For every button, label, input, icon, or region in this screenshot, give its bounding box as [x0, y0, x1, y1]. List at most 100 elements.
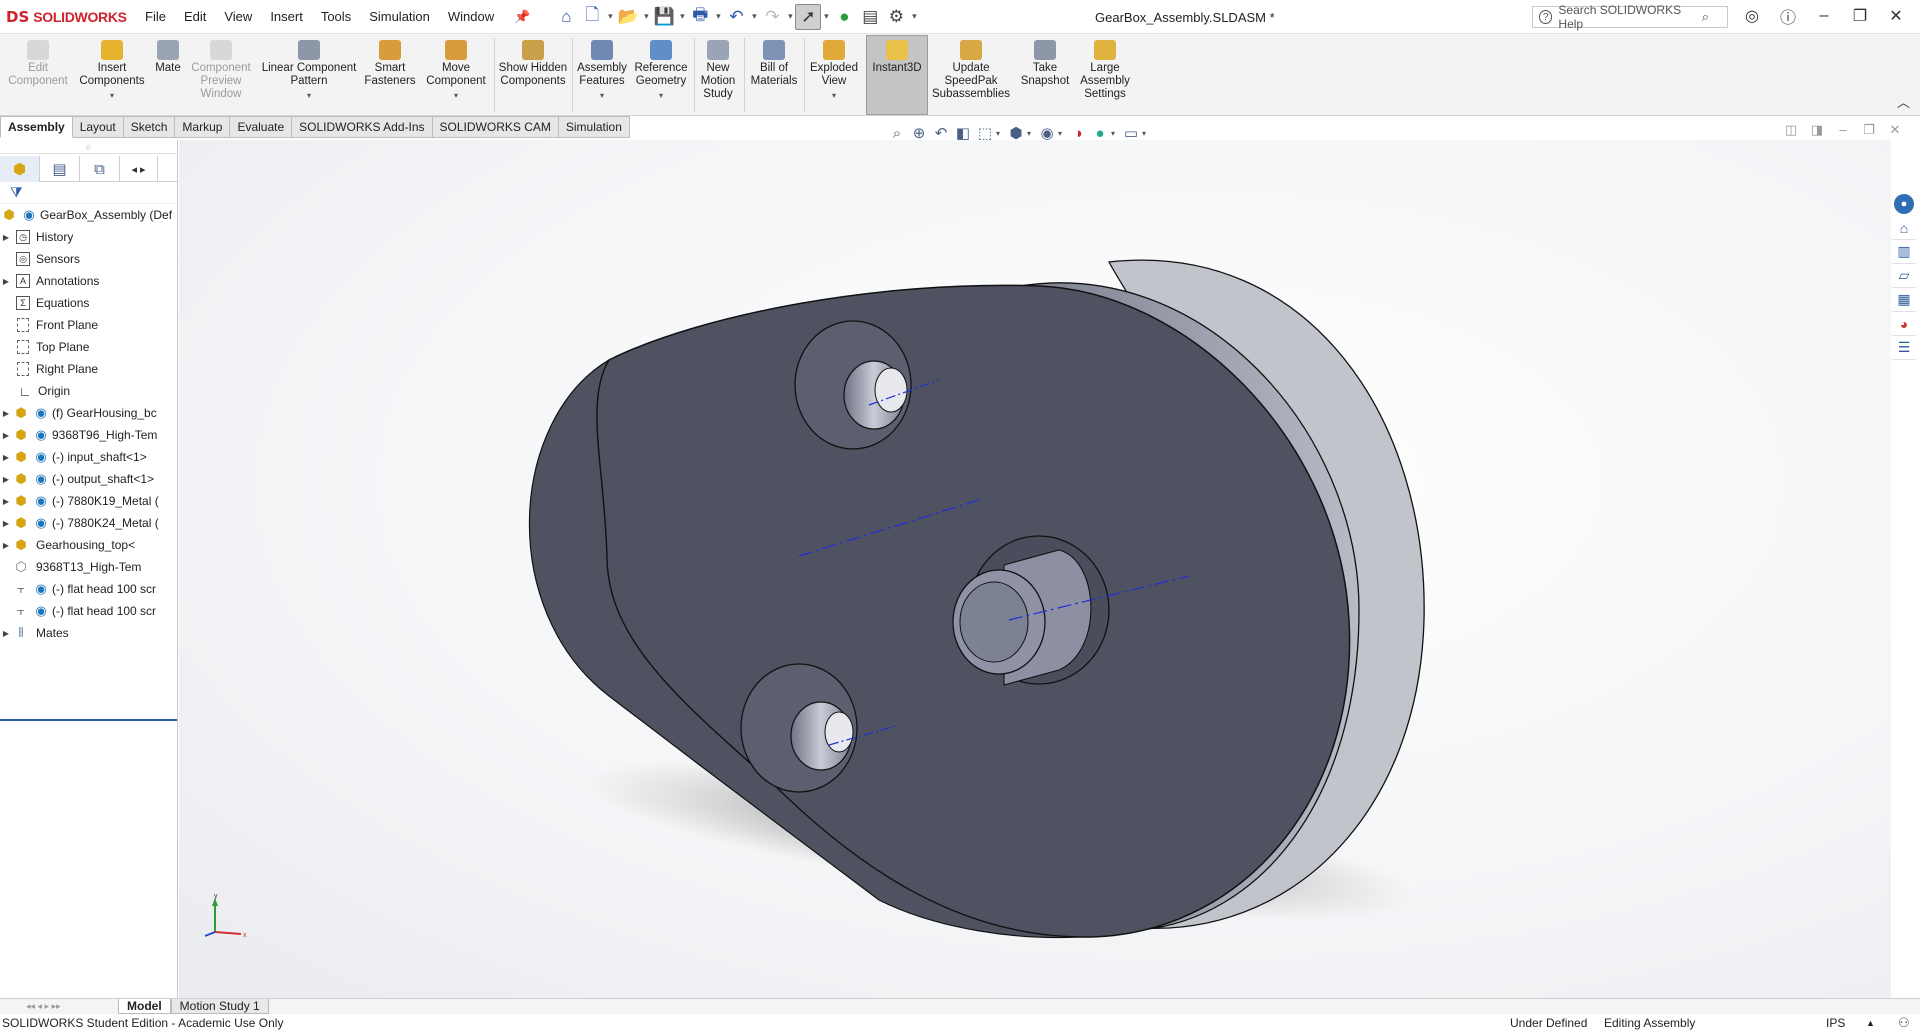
- display-style-dropdown-icon[interactable]: ▾: [1058, 129, 1067, 138]
- units-dropdown-icon[interactable]: ▲: [1866, 1018, 1875, 1028]
- tree-item-mates[interactable]: ▶ ⫴ Mates: [0, 622, 177, 644]
- tab-markup[interactable]: Markup: [175, 116, 231, 138]
- gear-icon[interactable]: ⚙: [883, 4, 909, 30]
- tree-item-front-plane[interactable]: Front Plane: [0, 314, 177, 336]
- tree-component[interactable]: ⬡ 9368T13_High-Tem: [0, 556, 177, 578]
- zoom-to-area-icon[interactable]: ⊕: [908, 123, 930, 143]
- custom-properties-icon[interactable]: ☰: [1892, 336, 1916, 360]
- expand-arrow-icon[interactable]: ▶: [0, 497, 12, 506]
- collapse-ribbon-icon[interactable]: ︿: [1897, 92, 1910, 111]
- exploded-view-dropdown-icon[interactable]: ▾: [808, 89, 860, 102]
- solidworks-logo[interactable]: DS SOLIDWORKS: [6, 8, 136, 26]
- tree-item-top-plane[interactable]: Top Plane: [0, 336, 177, 358]
- tree-component[interactable]: ▶ ⬢ Gearhousing_top<: [0, 534, 177, 556]
- appearance-dropdown-icon[interactable]: ▾: [1111, 129, 1120, 138]
- menu-edit[interactable]: Edit: [175, 9, 215, 24]
- menu-view[interactable]: View: [215, 9, 261, 24]
- tab-cam[interactable]: SOLIDWORKS CAM: [432, 116, 559, 138]
- zoom-to-fit-icon[interactable]: ⌕: [886, 123, 908, 143]
- save-icon[interactable]: 💾: [651, 4, 677, 30]
- expand-arrow-icon[interactable]: ▶: [0, 475, 12, 484]
- hide-show-items-icon[interactable]: ◑: [1067, 123, 1089, 143]
- rebuild-traffic-light-icon[interactable]: ●: [831, 4, 857, 30]
- tree-item-origin[interactable]: ∟ Origin: [0, 380, 177, 402]
- show-hidden-components-button[interactable]: Show Hidden Components: [498, 38, 568, 88]
- menu-window[interactable]: Window: [439, 9, 503, 24]
- tree-component[interactable]: ▶ ⬢ ◉ (-) input_shaft<1>: [0, 446, 177, 468]
- expand-arrow-icon[interactable]: ▶: [0, 541, 12, 550]
- view-palette-icon[interactable]: ▦: [1892, 288, 1916, 312]
- update-speedpak-button[interactable]: Update SpeedPak Subassemblies: [932, 38, 1010, 101]
- expand-arrow-icon[interactable]: ▶: [0, 409, 12, 418]
- annotation-dropdown-icon[interactable]: ▾: [996, 129, 1005, 138]
- menu-insert[interactable]: Insert: [261, 9, 312, 24]
- undo-dropdown-icon[interactable]: ▾: [749, 11, 759, 22]
- appearances-icon[interactable]: ◕: [1892, 312, 1916, 336]
- tree-component[interactable]: ⫟ ◉ (-) flat head 100 scr: [0, 600, 177, 622]
- tree-component[interactable]: ▶ ⬢ ◉ (-) 7880K24_Metal (: [0, 512, 177, 534]
- new-motion-study-button[interactable]: New Motion Study: [696, 38, 740, 101]
- expand-arrow-icon[interactable]: ▶: [0, 519, 12, 528]
- viewport-tile-left-icon[interactable]: ◫: [1778, 122, 1804, 138]
- property-manager-tab-icon[interactable]: ▤: [40, 156, 80, 182]
- viewport-close-icon[interactable]: ✕: [1882, 122, 1908, 138]
- pin-menu-icon[interactable]: 📌: [505, 9, 539, 25]
- expand-arrow-icon[interactable]: ▶: [0, 431, 12, 440]
- exploded-view-button[interactable]: Exploded View ▾: [808, 38, 860, 102]
- menu-file[interactable]: File: [136, 9, 175, 24]
- tree-component[interactable]: ⫟ ◉ (-) flat head 100 scr: [0, 578, 177, 600]
- display-style-icon[interactable]: ◉: [1036, 123, 1058, 143]
- tab-simulation[interactable]: Simulation: [558, 116, 630, 138]
- viewport-restore-icon[interactable]: ❐: [1856, 122, 1882, 138]
- display-settings-dropdown-icon[interactable]: ▾: [1142, 129, 1151, 138]
- file-explorer-icon[interactable]: ▱: [1892, 264, 1916, 288]
- new-dropdown-icon[interactable]: ▾: [605, 11, 615, 22]
- tree-item-equations[interactable]: Σ Equations: [0, 292, 177, 314]
- feature-manager-tab-icon[interactable]: ⬢: [0, 156, 40, 182]
- home-icon[interactable]: ⌂: [1892, 216, 1916, 240]
- redo-dropdown-icon[interactable]: ▾: [785, 11, 795, 22]
- account-icon[interactable]: ◎: [1734, 6, 1770, 26]
- expand-arrow-icon[interactable]: ▶: [0, 233, 12, 242]
- move-component-button[interactable]: Move Component ▾: [422, 38, 490, 102]
- view-orientation-icon[interactable]: ⬢: [1005, 123, 1027, 143]
- open-dropdown-icon[interactable]: ▾: [641, 11, 651, 22]
- bill-of-materials-button[interactable]: Bill of Materials: [748, 38, 800, 88]
- insert-components-button[interactable]: Insert Components ▾: [76, 38, 148, 102]
- help-icon[interactable]: ⓘ: [1770, 4, 1806, 28]
- section-view-icon[interactable]: ◧: [952, 123, 974, 143]
- gearbox-model-view[interactable]: [179, 140, 1891, 998]
- tab-model[interactable]: Model: [118, 999, 171, 1014]
- tab-nav-arrows[interactable]: ◂◂ ◂ ▸ ▸▸: [26, 1001, 118, 1012]
- expand-arrow-icon[interactable]: ▶: [0, 277, 12, 286]
- linear-pattern-dropdown-icon[interactable]: ▾: [260, 89, 358, 102]
- tab-addins[interactable]: SOLIDWORKS Add-Ins: [292, 116, 433, 138]
- help-search-input[interactable]: ? Search SOLIDWORKS Help ⌕: [1532, 3, 1728, 31]
- tab-scroll-arrows[interactable]: ◂ ▸: [120, 156, 158, 182]
- component-preview-button[interactable]: Component Preview Window: [186, 38, 256, 101]
- configuration-manager-tab-icon[interactable]: ⧉: [80, 156, 120, 182]
- tab-assembly[interactable]: Assembly: [0, 116, 73, 138]
- tab-evaluate[interactable]: Evaluate: [230, 116, 293, 138]
- menu-simulation[interactable]: Simulation: [360, 9, 439, 24]
- expand-arrow-icon[interactable]: ▶: [0, 629, 12, 638]
- smart-fasteners-button[interactable]: Smart Fasteners: [362, 38, 418, 88]
- viewport-minimize-icon[interactable]: –: [1830, 122, 1856, 138]
- undo-icon[interactable]: ↶: [723, 4, 749, 30]
- tree-component[interactable]: ▶ ⬢ ◉ (-) output_shaft<1>: [0, 468, 177, 490]
- edit-appearance-icon[interactable]: ●: [1089, 123, 1111, 143]
- design-library-icon[interactable]: ▥: [1892, 240, 1916, 264]
- solidworks-resources-icon[interactable]: ●: [1894, 194, 1914, 214]
- linear-pattern-button[interactable]: Linear Component Pattern ▾: [260, 38, 358, 102]
- panel-grip[interactable]: ○: [0, 140, 177, 154]
- tree-item-right-plane[interactable]: Right Plane: [0, 358, 177, 380]
- move-component-dropdown-icon[interactable]: ▾: [422, 89, 490, 102]
- tree-root-assembly[interactable]: ⬢ ◉ GearBox_Assembly (Def: [0, 204, 177, 226]
- search-icon[interactable]: ⌕: [1702, 9, 1709, 25]
- unit-system-button[interactable]: IPS: [1826, 1016, 1845, 1030]
- tab-layout[interactable]: Layout: [72, 116, 124, 138]
- tree-component[interactable]: ▶ ⬢ ◉ (-) 7880K19_Metal (: [0, 490, 177, 512]
- reference-geometry-button[interactable]: Reference Geometry ▾: [632, 38, 690, 102]
- tree-item-annotations[interactable]: ▶ A Annotations: [0, 270, 177, 292]
- assembly-features-button[interactable]: Assembly Features ▾: [576, 38, 628, 102]
